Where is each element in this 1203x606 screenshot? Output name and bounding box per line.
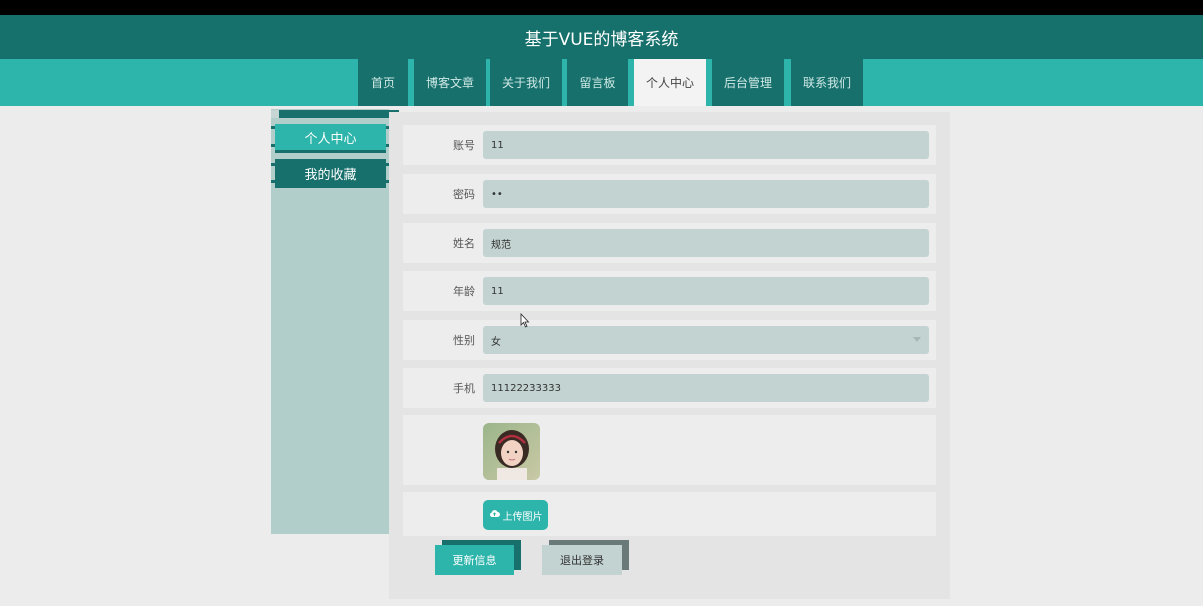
mouse-cursor-icon: [520, 312, 530, 332]
name-label: 姓名: [453, 237, 475, 250]
password-label: 密码: [453, 188, 475, 201]
sidebar-item-my-favorites[interactable]: 我的收藏: [275, 159, 386, 188]
password-input[interactable]: ••: [483, 180, 929, 208]
account-input[interactable]: 11: [483, 131, 929, 159]
age-label: 年龄: [453, 285, 475, 298]
account-label: 账号: [453, 139, 475, 152]
gender-label: 性别: [453, 334, 475, 347]
update-info-button[interactable]: 更新信息: [435, 545, 514, 575]
nav-item-blog-articles[interactable]: 博客文章: [414, 59, 486, 106]
name-input[interactable]: 规范: [483, 229, 929, 257]
phone-label: 手机: [453, 382, 475, 395]
site-title: 基于VUE的博客系统: [524, 29, 679, 50]
phone-input[interactable]: 11122233333: [483, 374, 929, 402]
logout-button[interactable]: 退出登录: [542, 545, 622, 575]
age-input[interactable]: 11: [483, 277, 929, 305]
nav-item-admin[interactable]: 后台管理: [712, 59, 784, 106]
gender-select[interactable]: 女: [483, 326, 929, 354]
sidebar-item-personal-center[interactable]: 个人中心: [275, 124, 386, 153]
avatar: [483, 423, 540, 480]
nav-item-home[interactable]: 首页: [358, 59, 408, 106]
nav-item-message-board[interactable]: 留言板: [567, 59, 628, 106]
main-nav: 首页 博客文章 关于我们 留言板 个人中心 后台管理 联系我们: [0, 59, 1203, 106]
upload-image-label: 上传图片: [502, 511, 543, 523]
sidebar-top-bar: [279, 110, 399, 118]
nav-item-about-us[interactable]: 关于我们: [490, 59, 562, 106]
chevron-down-icon: [913, 337, 921, 342]
nav-item-personal-center[interactable]: 个人中心: [634, 59, 706, 106]
window-top-bar: [0, 0, 1203, 15]
gender-select-value: 女: [491, 336, 501, 348]
site-header: 基于VUE的博客系统: [0, 15, 1203, 59]
sidebar-top-accent: [271, 110, 279, 118]
upload-image-button[interactable]: 上传图片: [483, 500, 548, 530]
nav-item-contact-us[interactable]: 联系我们: [791, 59, 863, 106]
cloud-upload-icon: [489, 509, 500, 521]
